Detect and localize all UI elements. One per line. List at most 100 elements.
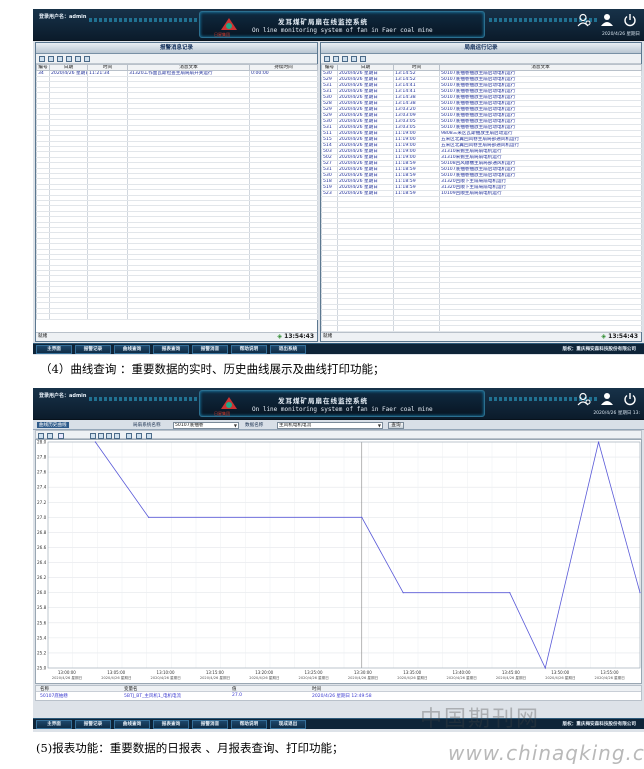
power-icon[interactable]	[623, 13, 637, 27]
x-tick-label: 13:00:00	[58, 670, 76, 675]
move-button[interactable]	[106, 432, 112, 439]
footer-button-help[interactable]: 帮助说明	[231, 345, 267, 354]
print-button[interactable]	[360, 55, 366, 62]
footer-button-main[interactable]: 主界面	[36, 345, 72, 354]
y-tick-label: 27.8	[37, 455, 47, 460]
reset-button[interactable]	[114, 432, 120, 439]
query-button[interactable]: 查询	[388, 421, 404, 429]
app-footer: 主界面 报警记录 曲线查询 报表查询 报警消音 帮助说明 现成退出 版权：重庆梅…	[33, 718, 644, 729]
save-button[interactable]	[351, 55, 357, 62]
excel-button[interactable]	[84, 55, 90, 62]
title-banner: 日星集团 发耳煤矿局扇在线监控系统 On line monitoring sys…	[199, 11, 485, 38]
alarm-clock-value: 13:54:43	[284, 333, 314, 340]
print-button[interactable]	[136, 432, 142, 439]
y-tick-label: 28.0	[37, 440, 47, 445]
alarm-panel-title: 报警消息记录	[36, 43, 317, 54]
user-settings-icon[interactable]	[577, 13, 591, 27]
chevron-down-icon: ▼	[377, 422, 381, 428]
run-status-bar: 就绪 ◈ 13:54:43	[321, 332, 641, 341]
footer-button-exit-current[interactable]: 现成退出	[270, 720, 306, 729]
save-button[interactable]	[38, 432, 44, 439]
pause-button[interactable]	[126, 432, 132, 439]
table-cell	[87, 313, 128, 320]
curve-tab[interactable]: 曲线历史曲线	[37, 422, 69, 428]
curve-query-bar: 曲线历史曲线 局扇系统名称 50107底抽巷 ▼ 数据名称 主风机电机电流 ▼ 查询	[33, 420, 644, 430]
x-tick-date: 2020/4/26 星期日	[496, 675, 526, 680]
power-icon[interactable]	[623, 392, 637, 406]
footer-button-alarm-mute[interactable]: 报警消音	[192, 720, 228, 729]
export-button[interactable]	[333, 55, 339, 62]
x-tick-date: 2020/4/26 星期日	[397, 675, 427, 680]
table-row[interactable]	[36, 313, 318, 320]
save-button[interactable]	[66, 55, 72, 62]
legend-cell-time: 2020/4/26 星期日 12:49:58	[312, 694, 372, 699]
fan-system-select[interactable]: 50107底抽巷 ▼	[173, 421, 239, 429]
y-tick-label: 26.8	[37, 530, 47, 535]
watermark-cn: 中国期刊网	[420, 707, 541, 732]
legend-header-time: 时间	[312, 687, 321, 692]
header-decoration-left	[89, 397, 199, 401]
y-tick-label: 26.0	[37, 590, 47, 595]
table-cell	[36, 313, 50, 320]
table-cell	[49, 313, 88, 320]
footer-button-alarm-record[interactable]: 报警记录	[75, 345, 111, 354]
x-tick-date: 2020/4/26 星期日	[299, 675, 329, 680]
zoom-in-button[interactable]	[90, 432, 96, 439]
param-name-select[interactable]: 主风机电机电流 ▼	[277, 421, 383, 429]
clock-icon: ◈	[601, 333, 607, 340]
chevron-down-icon: ▼	[233, 422, 237, 428]
user-icon[interactable]	[600, 13, 614, 27]
legend-cell-name: 50107底抽巷	[40, 694, 68, 699]
alarm-column-header[interactable]: 编号	[36, 64, 50, 71]
copy-button[interactable]	[47, 432, 53, 439]
x-tick-date: 2020/4/26 星期日	[101, 675, 131, 680]
footer-button-exit[interactable]: 退出系统	[270, 345, 306, 354]
series-line	[95, 441, 641, 670]
footer-button-curve-query[interactable]: 曲线查询	[114, 720, 150, 729]
run-table: 编号 日期 时间 消息文本 530 2020/4/26 星期日 13:14:52 50107…	[321, 64, 642, 332]
x-tick-label: 13:50:00	[551, 670, 569, 675]
user-icon[interactable]	[600, 392, 614, 406]
settings-button[interactable]	[146, 432, 152, 439]
table-row[interactable]	[321, 325, 642, 332]
curve-plot-area[interactable]: 25.0 25.2 25.4 25.6 25.8 26.0 26.2 26.4 26.6 26.8…	[35, 439, 642, 684]
footer-button-curve-query[interactable]: 曲线查询	[114, 345, 150, 354]
zoom-out-button[interactable]	[98, 432, 104, 439]
print-button[interactable]	[75, 55, 81, 62]
pan-button[interactable]	[58, 432, 64, 439]
y-tick-label: 26.4	[37, 560, 47, 565]
footer-button-main[interactable]: 主界面	[36, 720, 72, 729]
app-footer: 主界面 报警记录 曲线查询 报表查询 报警消音 帮助说明 退出系统 版权：重庆梅…	[33, 343, 644, 354]
filter-button[interactable]	[342, 55, 348, 62]
export-button[interactable]	[48, 55, 54, 62]
filter-button[interactable]	[57, 55, 63, 62]
alarm-table: 编号 日期 时间 消息文本 持续时间 34 2020/4/26 星期日 11:21:34 31…	[36, 64, 318, 320]
data-point	[94, 441, 96, 443]
run-status-clock: ◈ 13:54:43	[601, 333, 638, 341]
table-cell: 2020/4/26 星期日	[49, 70, 88, 77]
refresh-button[interactable]	[39, 55, 45, 62]
run-toolbar	[321, 54, 641, 64]
data-point	[148, 516, 150, 518]
footer-button-alarm-mute[interactable]: 报警消音	[192, 345, 228, 354]
app-title-cn: 发耳煤矿局扇在线监控系统	[278, 18, 368, 26]
table-cell	[321, 325, 338, 332]
current-curve-chart: 25.0 25.2 25.4 25.6 25.8 26.0 26.2 26.4 26.6 26.8…	[37, 440, 641, 680]
curve-legend-table: 名称 变量名 值 时间 50107底抽巷 5BTJ_BT_主风机1_电机电流 2…	[35, 685, 642, 701]
footer-button-help[interactable]: 帮助说明	[231, 720, 267, 729]
footer-button-report-query[interactable]: 报表查询	[153, 720, 189, 729]
x-tick-label: 13:45:00	[502, 670, 520, 675]
app-header: 登录用户名：admin 日星集团 发耳煤矿局扇在线监控系统 On line mo…	[33, 388, 644, 420]
x-tick-label: 13:40:00	[453, 670, 471, 675]
footer-button-alarm-record[interactable]: 报警记录	[75, 720, 111, 729]
user-settings-icon[interactable]	[577, 392, 591, 406]
alarm-status-bar: 就绪 ◈ 13:54:43	[36, 332, 317, 341]
footer-button-report-query[interactable]: 报表查询	[153, 345, 189, 354]
param-name-value: 主风机电机电流	[279, 422, 312, 428]
x-tick-date: 2020/4/26 星期日	[200, 675, 230, 680]
legend-header-row: 名称 变量名 值 时间	[36, 686, 641, 692]
table-cell	[439, 325, 642, 332]
company-logo-icon	[221, 397, 237, 409]
y-tick-label: 25.0	[37, 666, 47, 671]
refresh-button[interactable]	[324, 55, 330, 62]
